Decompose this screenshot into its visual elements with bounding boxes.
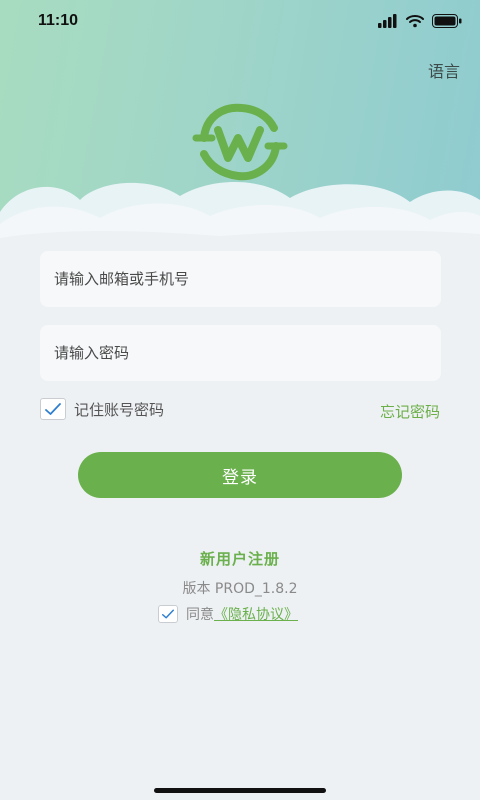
agree-prefix: 同意 <box>186 607 214 623</box>
check-icon <box>45 403 61 415</box>
password-field[interactable] <box>40 325 441 381</box>
account-input[interactable] <box>40 251 414 307</box>
login-button[interactable]: 登录 <box>78 452 402 498</box>
status-icons <box>378 14 462 28</box>
battery-icon <box>432 14 462 28</box>
version-text: 版本 PROD_1.8.2 <box>182 581 298 597</box>
agree-checkbox[interactable] <box>158 605 178 623</box>
wifi-icon <box>406 15 424 28</box>
privacy-policy-link[interactable]: 《隐私协议》 <box>214 607 298 623</box>
language-button[interactable]: 语言 <box>428 58 460 82</box>
remember-row[interactable]: 记住账号密码 <box>40 398 164 420</box>
check-icon <box>162 609 174 619</box>
status-bar: 11:10 <box>0 0 480 44</box>
signal-icon <box>378 14 397 28</box>
account-field[interactable] <box>40 251 441 307</box>
home-indicator <box>154 788 326 793</box>
agreement-row: 同意《隐私协议》 <box>158 604 298 624</box>
clouds-decoration <box>0 182 480 252</box>
register-link[interactable]: 新用户注册 <box>0 548 480 569</box>
password-input[interactable] <box>40 325 414 381</box>
logo-w-icon <box>192 103 288 181</box>
remember-checkbox[interactable] <box>40 398 66 420</box>
status-time: 11:10 <box>38 12 79 29</box>
remember-label: 记住账号密码 <box>74 400 165 419</box>
forgot-password-link[interactable]: 忘记密码 <box>380 401 440 422</box>
